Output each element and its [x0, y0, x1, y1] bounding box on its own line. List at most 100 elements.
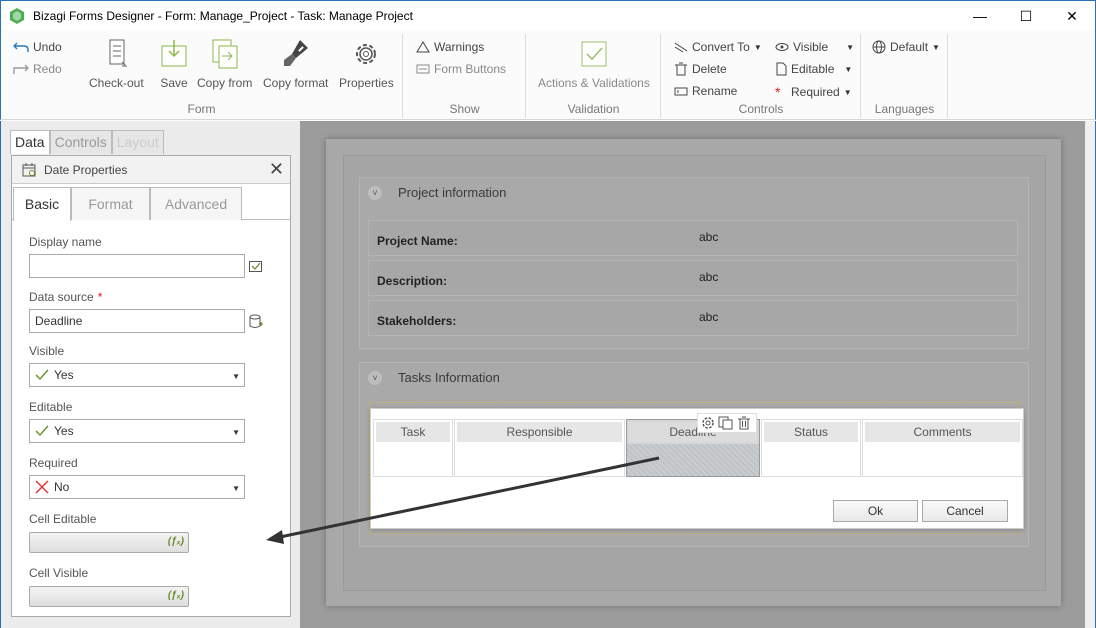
display-name-input[interactable] [29, 254, 245, 278]
x-mark-icon [35, 480, 49, 494]
tab-controls[interactable]: Controls [49, 130, 112, 154]
tab-advanced[interactable]: Advanced [150, 187, 242, 220]
left-panel-tabs: Data Controls Layout [10, 130, 164, 154]
visible-label: Visible [793, 40, 829, 54]
ok-button[interactable]: Ok [833, 500, 918, 522]
warnings-button[interactable]: Warnings [416, 40, 484, 54]
group-label-show: Show [449, 102, 480, 116]
close-window-button[interactable]: ✕ [1049, 1, 1095, 31]
tab-format[interactable]: Format [71, 187, 150, 220]
collapse-icon[interactable]: ˅ [368, 186, 382, 200]
delete-button[interactable]: Delete [674, 62, 727, 76]
copy-format-button[interactable]: Copy format [263, 38, 328, 90]
column-toolbar [697, 413, 757, 433]
required-select[interactable]: No ▼ [29, 475, 245, 499]
field-project-name[interactable]: Project Name: abc [368, 220, 1018, 256]
trash-icon[interactable] [737, 416, 751, 430]
actions-validations-label: Actions & Validations [538, 76, 650, 90]
eye-icon [775, 43, 789, 51]
language-default-button[interactable]: Default ▼ [872, 40, 940, 54]
editable-value: Yes [54, 424, 74, 438]
rename-label: Rename [692, 84, 738, 98]
redo-label: Redo [33, 62, 62, 76]
convert-to-button[interactable]: Convert To ▼ [674, 40, 762, 54]
cancel-button[interactable]: Cancel [922, 500, 1008, 522]
convert-to-label: Convert To [692, 40, 750, 54]
minimize-button[interactable]: — [957, 1, 1003, 31]
copy-icon[interactable] [718, 416, 734, 430]
group-label-controls: Controls [738, 102, 784, 116]
calendar-icon [22, 163, 36, 177]
undo-button[interactable]: Undo [13, 40, 62, 54]
checkout-label: Check-out [89, 76, 144, 90]
cell-editable-expression[interactable]: (ƒₓ) [29, 532, 189, 553]
database-icon[interactable] [249, 314, 263, 330]
properties-tabs: Basic Format Advanced [12, 186, 290, 221]
data-source-input[interactable]: Deadline [29, 309, 245, 333]
field-value: abc [699, 270, 719, 284]
ribbon-group-show: Warnings Form Buttons Show [404, 34, 526, 118]
undo-label: Undo [33, 40, 62, 54]
column-comments[interactable]: Comments [862, 419, 1023, 477]
column-status[interactable]: Status [761, 419, 861, 477]
field-label: Description: [377, 274, 448, 288]
group-label-languages: Languages [874, 102, 935, 116]
cell-editable-label: Cell Editable [29, 512, 97, 526]
maximize-button[interactable]: ☐ [1003, 1, 1049, 31]
column-selected-body [627, 444, 759, 476]
group-title-tasks-information: Tasks Information [398, 370, 500, 385]
editable-button[interactable]: Editable ▼ [775, 62, 852, 76]
required-button[interactable]: * Required ▼ [775, 84, 852, 100]
chevron-down-icon: ▼ [846, 42, 855, 52]
column-responsible[interactable]: Responsible [454, 419, 625, 477]
required-star-icon: * [97, 290, 103, 304]
redo-button[interactable]: Redo [13, 62, 62, 76]
cell-visible-expression[interactable]: (ƒₓ) [29, 586, 189, 607]
form-buttons-button[interactable]: Form Buttons [416, 62, 506, 76]
required-label: Required [791, 85, 840, 99]
column-header: Comments [865, 422, 1020, 442]
collapse-icon[interactable]: ˅ [368, 371, 382, 385]
field-stakeholders[interactable]: Stakeholders: abc [368, 300, 1018, 336]
field-value: abc [699, 310, 719, 324]
field-description[interactable]: Description: abc [368, 260, 1018, 296]
trash-icon [675, 62, 687, 76]
chevron-down-icon: ▼ [753, 42, 762, 52]
tab-layout[interactable]: Layout [111, 130, 164, 154]
redo-icon [13, 64, 29, 74]
chevron-down-icon: ▼ [232, 484, 240, 493]
ribbon-group-controls: Convert To ▼ Delete Rename Visible ▼ Edita… [662, 34, 861, 118]
editable-select[interactable]: Yes ▼ [29, 419, 245, 443]
properties-label: Properties [339, 76, 394, 90]
chevron-down-icon: ▼ [232, 428, 240, 437]
gear-icon[interactable] [701, 416, 715, 430]
chevron-down-icon: ▼ [844, 64, 853, 74]
editable-label: Editable [791, 62, 835, 76]
properties-button[interactable]: Properties [339, 38, 394, 90]
save-icon [161, 40, 187, 67]
group-title-project-information: Project information [398, 185, 507, 200]
group-label-form: Form [187, 102, 216, 116]
editable-icon [776, 62, 787, 76]
close-icon[interactable]: ✕ [269, 159, 284, 180]
tab-basic[interactable]: Basic [13, 187, 71, 221]
confirm-checkbox-icon[interactable] [249, 261, 263, 273]
column-task[interactable]: Task [373, 419, 453, 477]
visible-button[interactable]: Visible ▼ [775, 40, 854, 54]
checkout-button[interactable]: Check-out [89, 38, 144, 90]
check-icon [35, 425, 49, 437]
required-label: Required [29, 456, 78, 470]
ribbon-group-validation: Actions & Validations Validation [527, 34, 661, 118]
chevron-down-icon: ▼ [932, 42, 940, 52]
form-buttons-icon [416, 64, 430, 74]
vertical-scrollbar[interactable] [1085, 121, 1096, 628]
copy-from-icon [212, 39, 238, 69]
rename-button[interactable]: Rename [674, 84, 737, 98]
tab-data[interactable]: Data [10, 130, 50, 154]
save-button[interactable]: Save [158, 38, 190, 90]
visible-select[interactable]: Yes ▼ [29, 363, 245, 387]
copy-from-button[interactable]: Copy from [197, 38, 252, 90]
actions-validations-button[interactable]: Actions & Validations [538, 38, 650, 90]
gear-icon [356, 44, 377, 64]
copy-format-label: Copy format [263, 76, 329, 90]
